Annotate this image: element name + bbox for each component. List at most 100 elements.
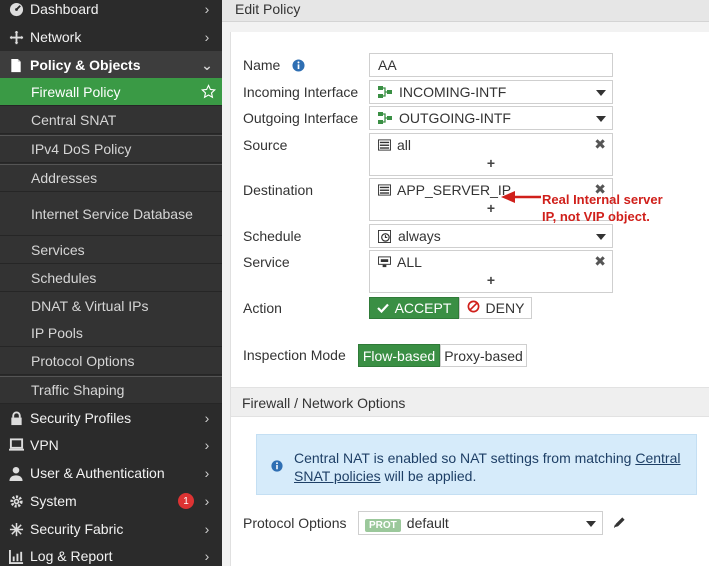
main-content: Edit Policy Name AA Incoming Interface I… xyxy=(222,0,709,566)
clock-icon xyxy=(378,229,391,243)
annotation-line-2: IP, not VIP object. xyxy=(542,209,650,224)
sidebar-item-label: IPv4 DoS Policy xyxy=(31,141,132,157)
edit-policy-panel: Name AA Incoming Interface INCOMING-INTF… xyxy=(230,32,709,566)
sidebar-item-system[interactable]: System 1 › xyxy=(0,487,222,515)
schedule-select[interactable]: always xyxy=(369,224,613,248)
outgoing-interface-label: Outgoing Interface xyxy=(243,110,359,126)
info-circle-icon xyxy=(271,459,283,475)
name-input[interactable]: AA xyxy=(369,53,613,77)
source-entry: all xyxy=(378,137,411,153)
sidebar-item-addresses[interactable]: Addresses xyxy=(0,164,222,192)
remove-icon[interactable]: ✖ xyxy=(594,253,606,270)
sidebar-item-protocol-options[interactable]: Protocol Options xyxy=(0,347,222,375)
chevron-right-icon: › xyxy=(204,1,210,17)
name-label: Name xyxy=(243,57,305,75)
sidebar-item-security-profiles[interactable]: Security Profiles › xyxy=(0,404,222,432)
service-multiselect[interactable]: ALL ✖ + xyxy=(369,250,613,293)
destination-entry: APP_SERVER_IP xyxy=(378,182,511,198)
deny-label: DENY xyxy=(485,300,525,316)
sidebar-item-user-authentication[interactable]: User & Authentication › xyxy=(0,459,222,487)
sidebar-item-label: Log & Report xyxy=(30,548,113,564)
sidebar-item-label: Dashboard xyxy=(30,1,99,17)
sidebar-item-label: Addresses xyxy=(31,170,98,186)
sidebar-item-services[interactable]: Services xyxy=(0,236,222,264)
notification-badge: 1 xyxy=(178,493,194,509)
flow-based-toggle[interactable]: Flow-based xyxy=(358,344,440,367)
service-entry: ALL xyxy=(378,254,422,270)
incoming-interface-value: INCOMING-INTF xyxy=(378,84,506,100)
service-icon xyxy=(378,256,391,268)
sidebar-item-label: Protocol Options xyxy=(31,352,135,369)
annotation-line-1: Real Internal server xyxy=(542,192,663,207)
caret-down-icon xyxy=(586,521,596,527)
address-icon xyxy=(378,184,391,196)
fabric-icon xyxy=(8,521,24,537)
edit-pencil-icon[interactable] xyxy=(613,516,626,532)
chevron-right-icon: › xyxy=(204,465,210,481)
sidebar-item-label: Network xyxy=(30,29,82,45)
prot-tag: PROT xyxy=(365,519,401,532)
sidebar-item-dashboard[interactable]: Dashboard › xyxy=(0,0,222,23)
add-source-icon[interactable]: + xyxy=(370,155,612,171)
sidebar: Dashboard › Network › Policy & Objects ⌄… xyxy=(0,0,222,566)
protocol-options-select[interactable]: PROT default xyxy=(358,511,603,535)
remove-icon[interactable]: ✖ xyxy=(594,136,606,153)
central-nat-info-box: Central NAT is enabled so NAT settings f… xyxy=(256,434,697,495)
sidebar-item-schedules[interactable]: Schedules xyxy=(0,264,222,292)
sidebar-item-vpn[interactable]: VPN › xyxy=(0,431,222,459)
add-service-icon[interactable]: + xyxy=(370,272,612,288)
chevron-right-icon: › xyxy=(204,437,210,453)
page-title-bar: Edit Policy xyxy=(222,0,709,22)
star-icon[interactable] xyxy=(200,84,217,102)
dashboard-icon xyxy=(8,1,24,17)
deny-button[interactable]: DENY xyxy=(459,297,532,319)
info-icon[interactable] xyxy=(292,59,305,75)
sidebar-item-policy-objects[interactable]: Policy & Objects ⌄ xyxy=(0,51,222,79)
sidebar-item-ip-pools[interactable]: IP Pools xyxy=(0,319,222,347)
name-value: AA xyxy=(378,57,397,73)
interface-icon xyxy=(378,111,392,125)
sidebar-item-network[interactable]: Network › xyxy=(0,23,222,51)
outgoing-interface-value: OUTGOING-INTF xyxy=(378,110,511,126)
proxy-based-toggle[interactable]: Proxy-based xyxy=(440,344,527,367)
service-value: ALL xyxy=(397,254,422,270)
destination-value: APP_SERVER_IP xyxy=(397,182,512,198)
chart-icon xyxy=(8,548,24,564)
monitor-icon xyxy=(8,437,24,453)
info-text-after: will be applied. xyxy=(380,468,477,484)
sidebar-item-firewall-policy[interactable]: Firewall Policy xyxy=(0,78,222,106)
source-multiselect[interactable]: all ✖ + xyxy=(369,133,613,176)
accept-label: ACCEPT xyxy=(394,300,452,316)
outgoing-interface-text: OUTGOING-INTF xyxy=(399,110,511,126)
incoming-interface-text: INCOMING-INTF xyxy=(399,84,507,100)
sidebar-item-label: Security Profiles xyxy=(30,410,132,426)
sidebar-item-security-fabric[interactable]: Security Fabric › xyxy=(0,515,222,543)
sidebar-item-dnat-virtual-ips[interactable]: DNAT & Virtual IPs xyxy=(0,292,222,320)
chevron-right-icon: › xyxy=(204,521,210,537)
sidebar-item-label: IP Pools xyxy=(31,324,83,341)
source-value: all xyxy=(397,137,412,153)
outgoing-interface-select[interactable]: OUTGOING-INTF xyxy=(369,106,613,130)
arrow-left-icon xyxy=(501,191,541,203)
sidebar-item-ipv4-dos-policy[interactable]: IPv4 DoS Policy xyxy=(0,135,222,163)
sidebar-item-internet-service-database[interactable]: Internet Service Database xyxy=(0,192,222,236)
sidebar-item-label: Schedules xyxy=(31,269,97,286)
accept-button[interactable]: ACCEPT xyxy=(369,297,459,319)
name-label-text: Name xyxy=(243,57,281,73)
chevron-right-icon: › xyxy=(204,493,210,509)
policy-icon xyxy=(8,57,24,73)
sidebar-item-label: Traffic Shaping xyxy=(31,382,125,398)
sidebar-item-log-report[interactable]: Log & Report › xyxy=(0,542,222,566)
protocol-options-text: default xyxy=(406,515,449,531)
info-text-before: Central NAT is enabled so NAT settings f… xyxy=(294,450,636,466)
protocol-options-label: Protocol Options xyxy=(243,515,347,531)
schedule-value: always xyxy=(378,228,441,244)
sidebar-item-traffic-shaping[interactable]: Traffic Shaping xyxy=(0,376,222,404)
sidebar-item-central-snat[interactable]: Central SNAT xyxy=(0,106,222,134)
destination-label: Destination xyxy=(243,182,314,198)
action-label: Action xyxy=(243,300,282,316)
interface-icon xyxy=(378,85,392,99)
sidebar-item-label: Services xyxy=(31,241,85,258)
incoming-interface-select[interactable]: INCOMING-INTF xyxy=(369,80,613,104)
chevron-down-icon: ⌄ xyxy=(201,56,213,73)
